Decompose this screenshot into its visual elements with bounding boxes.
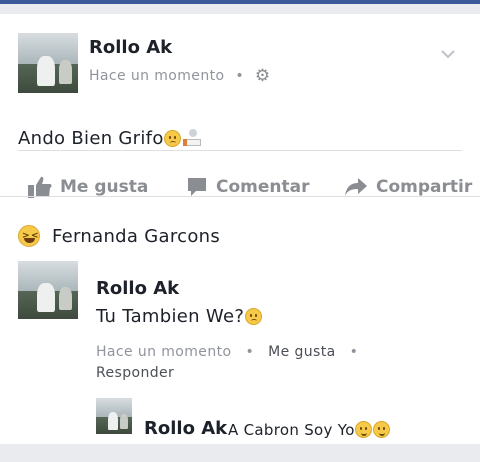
comment-like-link[interactable]: Me gusta xyxy=(268,344,335,360)
reaction-user-name[interactable]: Fernanda Garcons xyxy=(52,226,220,247)
meta-separator: • xyxy=(349,344,359,360)
share-arrow-icon xyxy=(345,178,367,196)
post-timestamp[interactable]: Hace un momento xyxy=(89,68,224,84)
divider xyxy=(0,196,480,197)
comment-text-content: Tu Tambien We? xyxy=(96,306,245,327)
top-bar xyxy=(0,0,480,4)
tears-of-joy-icon xyxy=(372,421,390,438)
gear-icon[interactable]: ⚙ xyxy=(255,66,271,86)
reply-text-content: A Cabron Soy Yo xyxy=(228,421,355,439)
post-meta: Hace un momento • ⚙ xyxy=(89,66,270,86)
tears-of-joy-icon xyxy=(354,421,372,438)
like-label: Me gusta xyxy=(60,177,149,197)
worried-face-icon xyxy=(245,308,263,325)
worried-face-icon xyxy=(163,130,181,147)
reply-author-name[interactable]: Rollo Ak xyxy=(144,418,227,439)
smoking-cigarette-icon xyxy=(182,129,203,146)
share-label: Compartir xyxy=(376,177,473,197)
comment-reply-link[interactable]: Responder xyxy=(96,365,174,381)
comment-text: Tu Tambien We? xyxy=(96,306,263,327)
meta-separator: • xyxy=(245,344,255,360)
comment-icon xyxy=(188,178,206,196)
reaction-row[interactable]: > < Fernanda Garcons xyxy=(18,225,220,247)
meta-separator: • xyxy=(235,68,244,84)
post-text: Ando Bien Grifo xyxy=(18,128,203,149)
comment-author-avatar[interactable] xyxy=(18,261,78,319)
divider xyxy=(18,150,462,151)
laughing-face-icon: > < xyxy=(18,225,40,247)
post-author-avatar[interactable] xyxy=(18,33,78,93)
chevron-down-icon[interactable] xyxy=(441,47,455,61)
post-text-content: Ando Bien Grifo xyxy=(18,128,164,149)
comment-author-name[interactable]: Rollo Ak xyxy=(96,278,179,299)
comment-timestamp[interactable]: Hace un momento xyxy=(96,344,231,360)
comment-meta: Hace un momento • Me gusta • xyxy=(96,344,372,360)
thumbs-up-icon xyxy=(28,176,52,198)
comment-label: Comentar xyxy=(216,177,310,197)
post-card: Rollo Ak Hace un momento • ⚙ Ando Bien G… xyxy=(0,14,480,444)
post-author-name[interactable]: Rollo Ak xyxy=(89,37,172,58)
reply-author-avatar[interactable] xyxy=(96,398,132,434)
reply-text: A Cabron Soy Yo xyxy=(228,421,390,439)
